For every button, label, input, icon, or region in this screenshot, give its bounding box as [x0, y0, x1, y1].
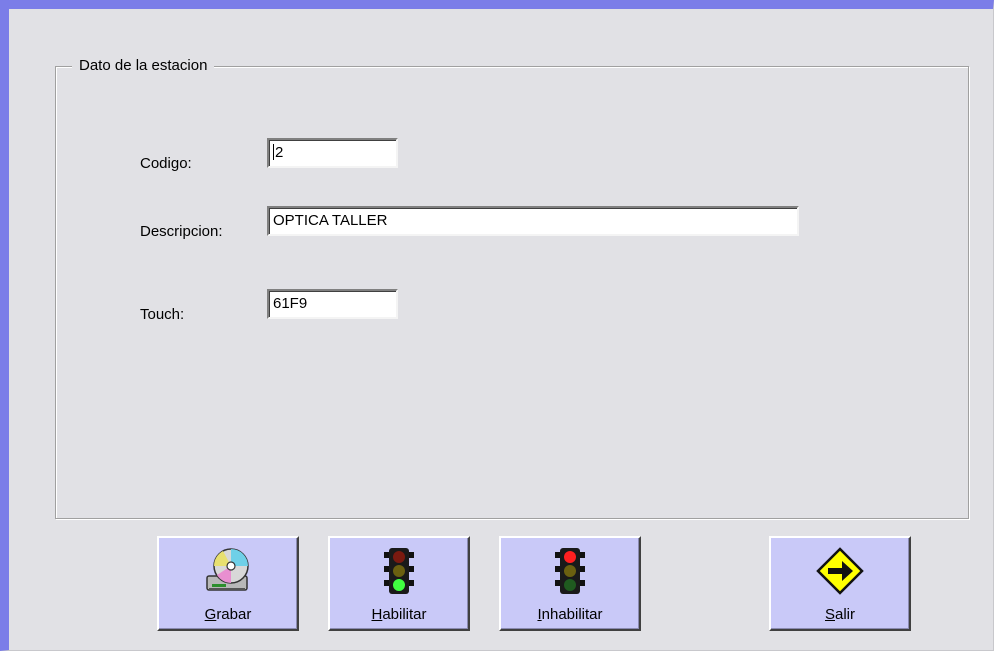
groupbox-title: Dato de la estacion — [72, 56, 215, 76]
traffic-light-green-icon — [384, 548, 414, 594]
salir-button[interactable]: Salir — [769, 536, 911, 631]
inhabilitar-button[interactable]: Inhabilitar — [499, 536, 641, 631]
cd-drive-icon — [206, 548, 249, 591]
descripcion-value: OPTICA TALLER — [273, 212, 388, 229]
salir-label: Salir — [824, 606, 856, 623]
grabar-label: Grabar — [204, 606, 252, 623]
descripcion-input[interactable]: OPTICA TALLER — [267, 206, 799, 236]
touch-label: Touch: — [140, 306, 185, 323]
inhabilitar-label: Inhabilitar — [537, 606, 603, 623]
descripcion-label: Descripcion: — [140, 223, 223, 240]
text-caret — [273, 144, 274, 160]
station-data-groupbox — [55, 66, 969, 519]
codigo-label: Codigo: — [140, 155, 192, 172]
codigo-value: 2 — [275, 144, 284, 161]
grabar-button[interactable]: Grabar — [157, 536, 299, 631]
codigo-input[interactable]: 2 — [267, 138, 398, 168]
traffic-light-red-icon — [555, 548, 585, 594]
habilitar-button[interactable]: Habilitar — [328, 536, 470, 631]
touch-input[interactable]: 61F9 — [267, 289, 398, 319]
habilitar-label: Habilitar — [371, 606, 427, 623]
touch-value: 61F9 — [273, 295, 308, 312]
station-form-window: Dato de la estacion Codigo: 2 Descripcio… — [0, 0, 994, 651]
exit-arrow-sign-icon — [816, 547, 864, 595]
